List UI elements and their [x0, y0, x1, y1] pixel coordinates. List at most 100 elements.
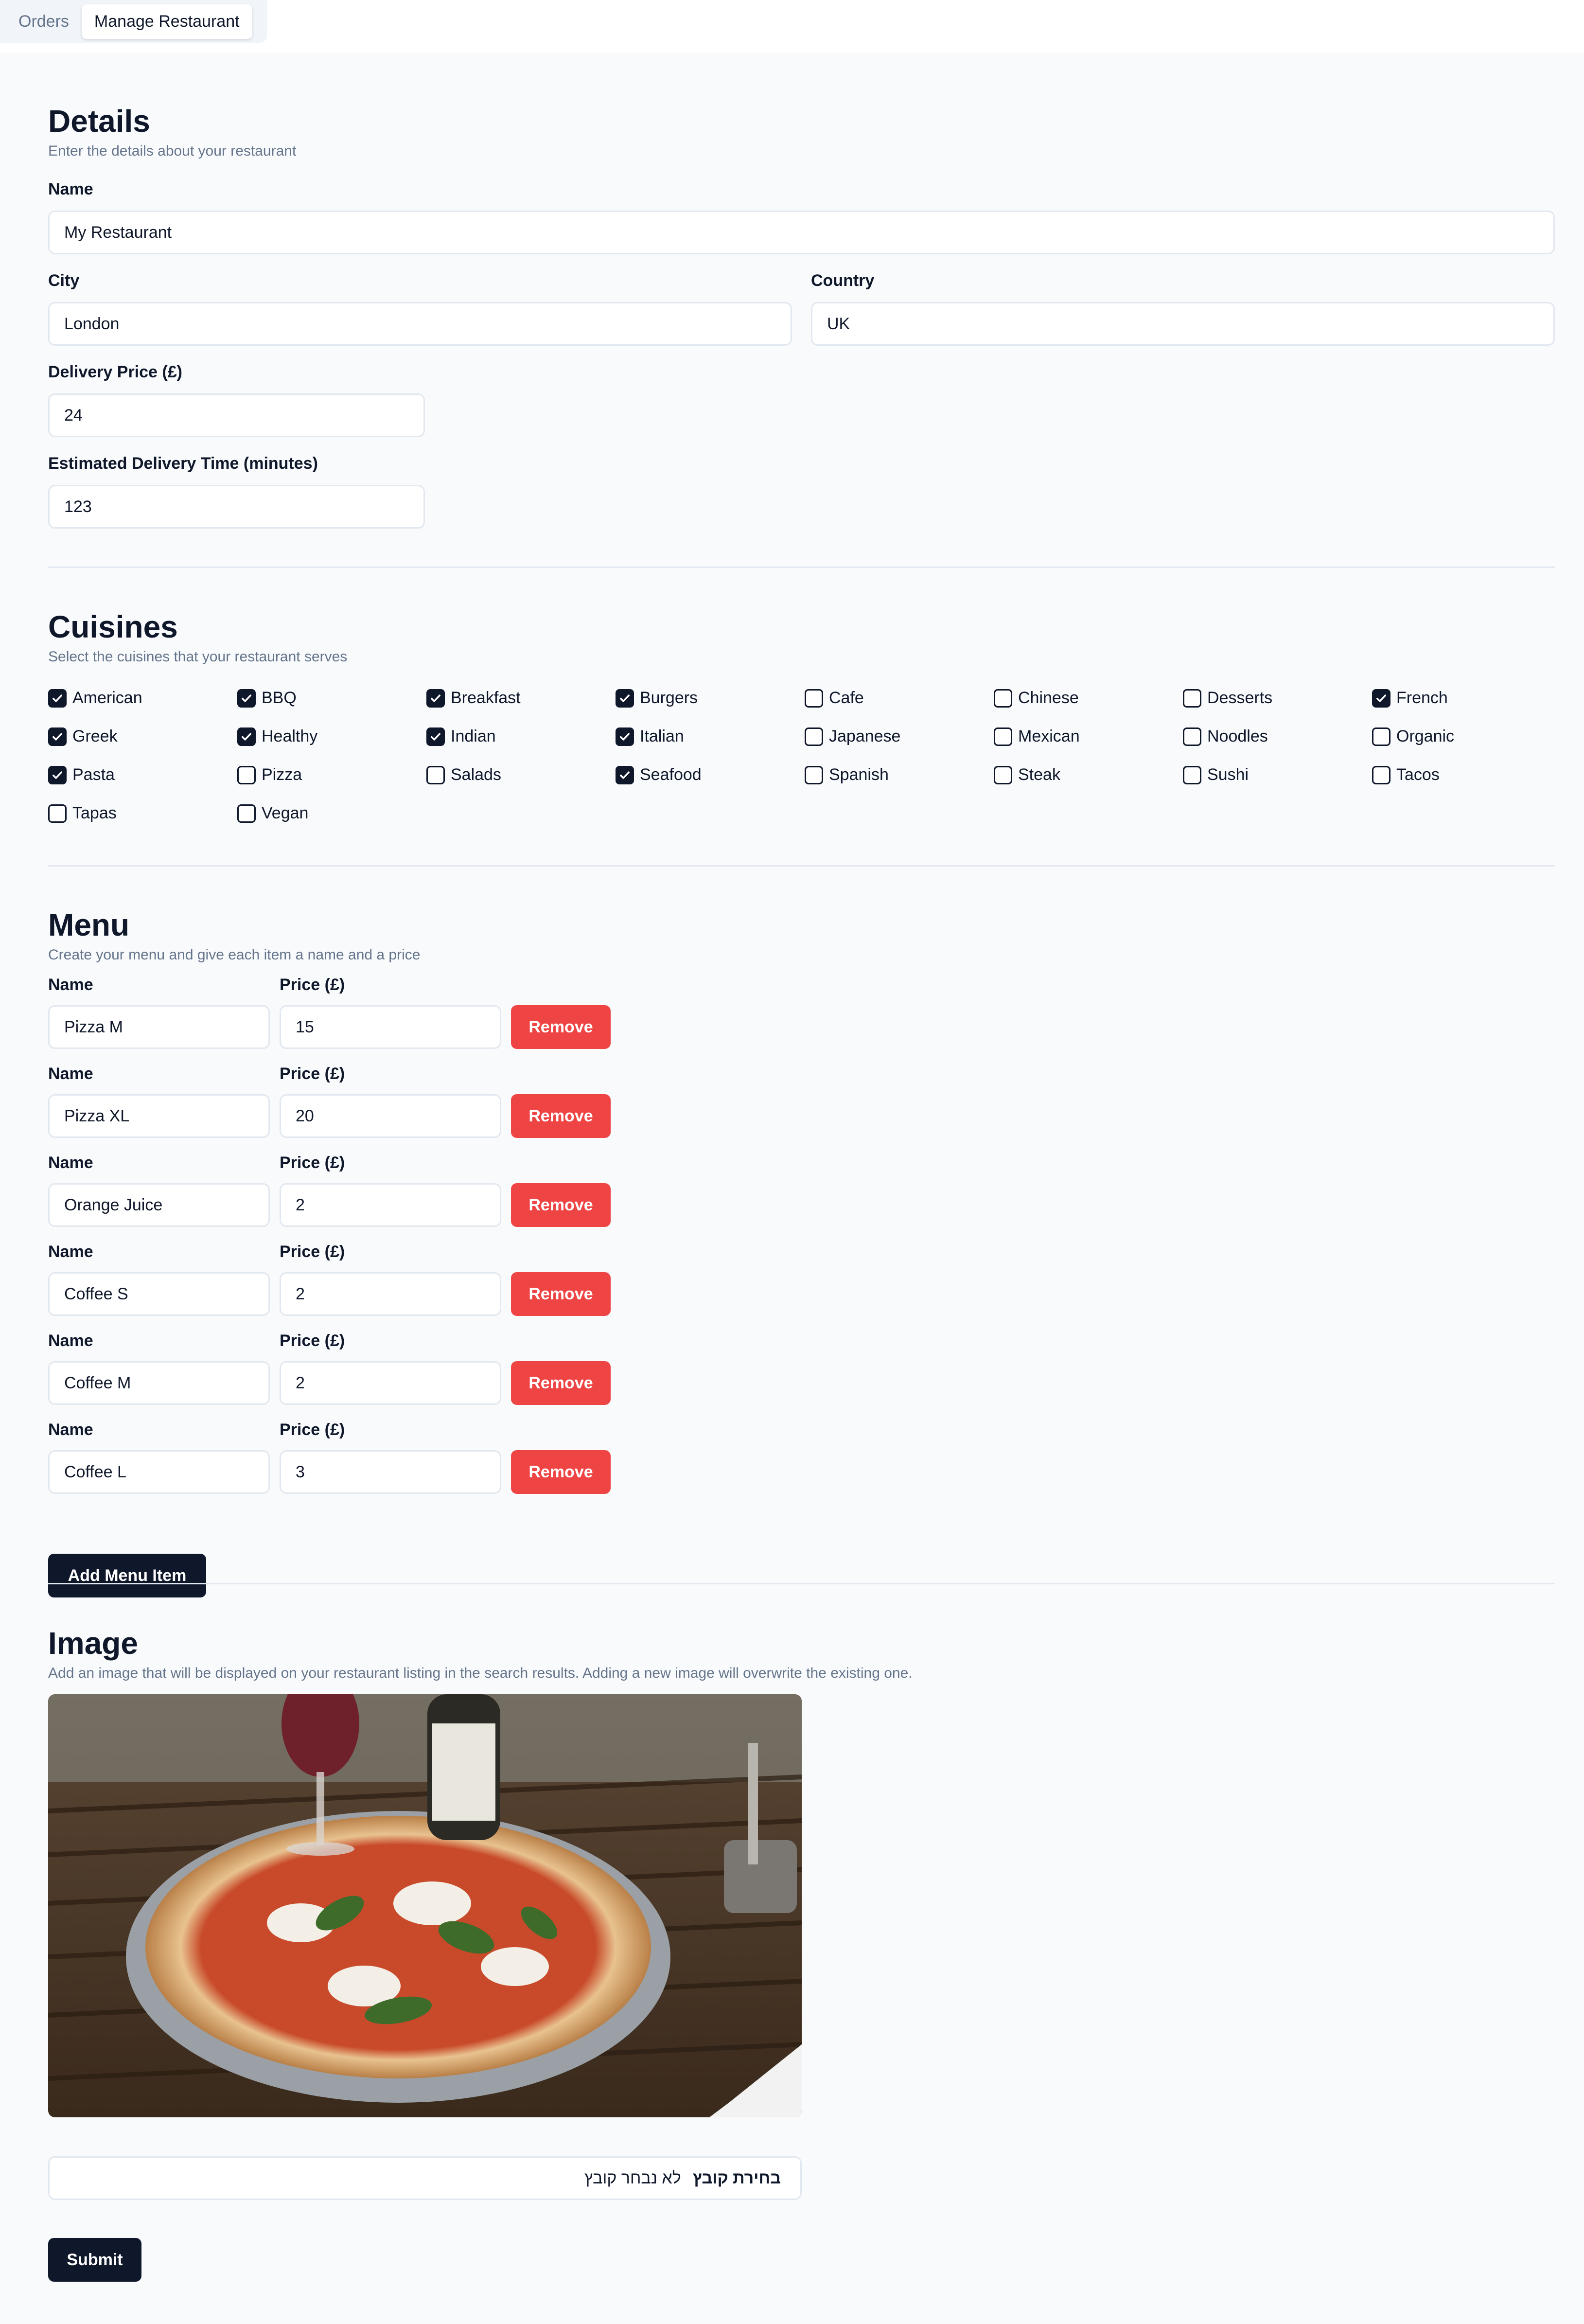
cuisine-option[interactable]: Japanese [805, 727, 900, 746]
menu-item-price-label: Price (£) [280, 1153, 345, 1172]
country-label: Country [811, 271, 875, 290]
remove-menu-item-button[interactable]: Remove [511, 1450, 611, 1494]
menu-item-price-label: Price (£) [280, 1064, 345, 1083]
cuisine-option[interactable]: Sushi [1183, 765, 1249, 784]
menu-item-name-input[interactable]: Coffee M [48, 1361, 270, 1405]
cuisine-option[interactable]: Salads [426, 765, 501, 784]
cuisine-option[interactable]: Tapas [48, 804, 117, 823]
cuisine-label: Tapas [72, 804, 117, 822]
cuisine-option[interactable]: Italian [616, 727, 684, 746]
cuisine-checkbox[interactable] [1372, 727, 1390, 746]
cuisine-checkbox[interactable] [1183, 727, 1201, 746]
cuisine-checkbox[interactable] [48, 765, 67, 784]
menu-item-name-input[interactable]: Orange Juice [48, 1183, 270, 1227]
menu-item-price-input[interactable]: 20 [280, 1094, 501, 1138]
menu-item-name-label: Name [48, 1242, 93, 1261]
menu-item-price-label: Price (£) [280, 1331, 345, 1350]
file-status-text: לא נבחר קובץ [584, 2168, 681, 2187]
cuisine-checkbox[interactable] [994, 689, 1012, 708]
cuisine-option[interactable]: Burgers [616, 689, 698, 708]
cuisine-option[interactable]: Pizza [237, 765, 302, 784]
cuisine-option[interactable]: Indian [426, 727, 496, 746]
cuisine-checkbox[interactable] [616, 765, 634, 784]
tab-manage-restaurant[interactable]: Manage Restaurant [81, 4, 252, 39]
menu-item-name-input[interactable]: Coffee L [48, 1450, 270, 1494]
remove-menu-item-button[interactable]: Remove [511, 1005, 611, 1049]
cuisine-checkbox[interactable] [426, 727, 445, 746]
menu-item-name-input[interactable]: Pizza XL [48, 1094, 270, 1138]
remove-menu-item-button[interactable]: Remove [511, 1183, 611, 1227]
cuisine-checkbox[interactable] [616, 689, 634, 708]
cuisine-label: Noodles [1207, 727, 1268, 745]
submit-button[interactable]: Submit [48, 2238, 141, 2282]
cuisine-label: BBQ [262, 689, 297, 707]
choose-file-button[interactable]: בחירת קובץ [693, 2169, 781, 2188]
cuisine-label: Organic [1396, 727, 1455, 745]
cuisine-option[interactable]: Spanish [805, 765, 889, 784]
cuisine-checkbox[interactable] [237, 689, 256, 708]
cuisines-subtitle: Select the cuisines that your restaurant… [48, 649, 348, 665]
cuisine-checkbox[interactable] [48, 727, 67, 746]
restaurant-name-input[interactable]: My Restaurant [48, 211, 1555, 254]
cuisine-option[interactable]: Seafood [616, 765, 702, 784]
cuisine-checkbox[interactable] [994, 765, 1012, 784]
cuisine-option[interactable]: Healthy [237, 727, 317, 746]
cuisine-checkbox[interactable] [48, 689, 67, 708]
menu-item-price-input[interactable]: 2 [280, 1361, 501, 1405]
cuisine-checkbox[interactable] [426, 765, 445, 784]
menu-item-price-label: Price (£) [280, 1242, 345, 1261]
cuisine-option[interactable]: American [48, 689, 142, 708]
cuisine-checkbox[interactable] [1372, 689, 1390, 708]
delivery-time-input[interactable]: 123 [48, 485, 425, 529]
delivery-price-label: Delivery Price (£) [48, 363, 182, 381]
cuisine-checkbox[interactable] [426, 689, 445, 708]
cuisine-option[interactable]: BBQ [237, 689, 297, 708]
cuisine-option[interactable]: Pasta [48, 765, 115, 784]
cuisine-checkbox[interactable] [237, 765, 256, 784]
tab-orders[interactable]: Orders [6, 4, 82, 39]
cuisine-option[interactable]: Vegan [237, 804, 308, 823]
cuisine-option[interactable]: Tacos [1372, 765, 1440, 784]
cuisine-checkbox[interactable] [805, 689, 823, 708]
pizza-photo-illustration [48, 1694, 802, 2117]
menu-item-name-input[interactable]: Coffee S [48, 1272, 270, 1316]
cuisine-checkbox[interactable] [48, 804, 67, 823]
cuisine-checkbox[interactable] [994, 727, 1012, 746]
cuisine-option[interactable]: Desserts [1183, 689, 1272, 708]
add-menu-item-button[interactable]: Add Menu Item [48, 1554, 206, 1597]
remove-menu-item-button[interactable]: Remove [511, 1272, 611, 1316]
cuisine-checkbox[interactable] [237, 727, 256, 746]
menu-item-price-input[interactable]: 15 [280, 1005, 501, 1049]
cuisine-option[interactable]: Greek [48, 727, 118, 746]
cuisine-label: Japanese [829, 727, 901, 745]
cuisine-label: Tacos [1396, 765, 1440, 784]
cuisine-checkbox[interactable] [237, 804, 256, 823]
cuisine-option[interactable]: Mexican [994, 727, 1080, 746]
remove-menu-item-button[interactable]: Remove [511, 1361, 611, 1405]
image-title: Image [48, 1626, 138, 1661]
cuisine-checkbox[interactable] [616, 727, 634, 746]
image-file-input[interactable]: בחירת קובץ לא נבחר קובץ [48, 2156, 802, 2200]
cuisine-option[interactable]: Noodles [1183, 727, 1268, 746]
cuisine-option[interactable]: Chinese [994, 689, 1079, 708]
cuisine-checkbox[interactable] [1372, 765, 1390, 784]
menu-item-price-label: Price (£) [280, 1420, 345, 1439]
menu-item-price-input[interactable]: 2 [280, 1272, 501, 1316]
cuisine-checkbox[interactable] [1183, 765, 1201, 784]
cuisine-option[interactable]: Breakfast [426, 689, 521, 708]
cuisine-option[interactable]: Organic [1372, 727, 1454, 746]
cuisine-checkbox[interactable] [805, 765, 823, 784]
cuisine-checkbox[interactable] [1183, 689, 1201, 708]
cuisine-option[interactable]: Cafe [805, 689, 864, 708]
cuisine-option[interactable]: French [1372, 689, 1448, 708]
delivery-price-input[interactable]: 24 [48, 393, 425, 437]
menu-item-price-input[interactable]: 2 [280, 1183, 501, 1227]
country-input[interactable]: UK [811, 302, 1555, 346]
remove-menu-item-button[interactable]: Remove [511, 1094, 611, 1138]
cuisine-option[interactable]: Steak [994, 765, 1060, 784]
city-input[interactable]: London [48, 302, 792, 346]
menu-item-name-input[interactable]: Pizza M [48, 1005, 270, 1049]
cuisine-label: Vegan [262, 804, 309, 822]
cuisine-checkbox[interactable] [805, 727, 823, 746]
menu-item-price-input[interactable]: 3 [280, 1450, 501, 1494]
